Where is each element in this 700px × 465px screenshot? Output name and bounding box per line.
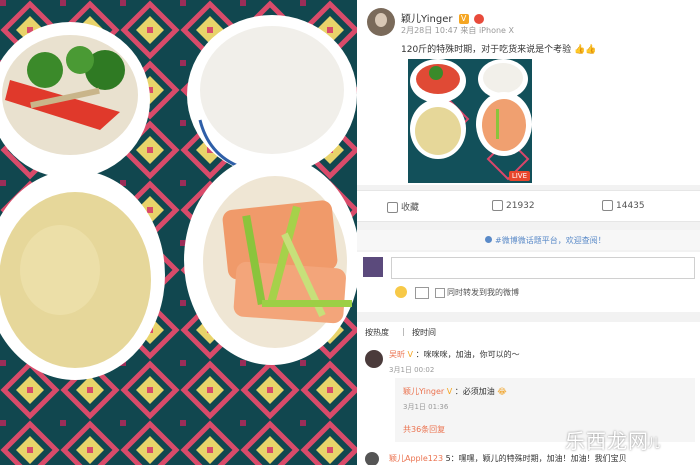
verified-badge-icon: V: [458, 14, 469, 24]
current-user-avatar: [363, 257, 383, 277]
notice-bar: #微博微话题平台，欢迎查阅！: [357, 230, 700, 250]
post-text: 120斤的特殊时期，对于吃货来说是个考验 👍👍: [401, 42, 596, 55]
comment-text: 5：嘿嘿，颖儿的特殊时期，加油！加油！我们宝贝: [445, 454, 627, 463]
sync-repost-label: 同时转发到我的微博: [447, 288, 519, 297]
author-name[interactable]: 颖儿Yinger: [401, 14, 452, 25]
comment-sort-bar: 按热度 | 按时间: [357, 322, 700, 341]
reply-time: 3月1日 01:36: [403, 403, 449, 411]
repost-icon: [492, 200, 503, 211]
post-text-content: 120斤的特殊时期，对于吃货来说是个考验: [401, 45, 572, 55]
notice-text[interactable]: #微博微话题平台，欢迎查阅！: [495, 235, 606, 246]
sort-hot-tab[interactable]: 按热度: [365, 327, 389, 338]
comment-text: ：咪咪咪，加油，你可以的～: [415, 350, 520, 359]
info-icon: [485, 236, 492, 243]
favorite-button[interactable]: 收藏: [387, 200, 419, 213]
weibo-post-panel: 颖儿Yinger V 2月28日 10:47 来自 iPhone X 120斤的…: [357, 0, 700, 465]
reply-text: ：必须加油: [454, 387, 495, 396]
commenter-name[interactable]: 颖儿Apple123: [389, 454, 443, 463]
comment-time: 3月1日 00:02: [389, 366, 435, 374]
sort-divider: |: [402, 327, 405, 336]
repost-button[interactable]: 21932: [492, 200, 535, 211]
watermark-suffix: 儿: [648, 436, 661, 450]
replier-name[interactable]: 颖儿Yinger: [403, 387, 444, 396]
live-photo-badge: LIVE: [508, 171, 530, 181]
more-replies-link[interactable]: 共36条回复: [403, 424, 445, 435]
verified-badge-icon: V: [407, 350, 414, 359]
comment-item: 吴昕 V ：咪咪咪，加油，你可以的～: [389, 349, 520, 360]
food-photo-illustration: [0, 0, 357, 465]
comment-item: 颖儿Apple123 5：嘿嘿，颖儿的特殊时期，加油！加油！我们宝贝: [389, 453, 627, 464]
emoji-icon: 😂: [497, 387, 507, 396]
reply-thread: 颖儿Yinger V ：必须加油 😂 3月1日 01:36 共36条回复: [395, 378, 695, 442]
member-badge-icon: [473, 14, 484, 24]
author-name-row: 颖儿Yinger V: [401, 10, 484, 25]
thumbnail-illustration: [408, 59, 532, 183]
emoji-icon: 👍👍: [574, 45, 597, 55]
comment-icon: [602, 200, 613, 211]
commenter-avatar[interactable]: [365, 452, 379, 465]
post-image-thumbnail[interactable]: LIVE: [408, 59, 532, 183]
post-card: 颖儿Yinger V 2月28日 10:47 来自 iPhone X 120斤的…: [357, 0, 700, 185]
commenter-avatar[interactable]: [365, 350, 383, 368]
commenter-name[interactable]: 吴昕: [389, 350, 405, 359]
verified-badge-icon: V: [446, 387, 453, 396]
image-upload-icon[interactable]: [415, 287, 429, 299]
comment-button[interactable]: 14435: [602, 200, 645, 211]
food-photo: [0, 0, 357, 465]
sort-time-tab[interactable]: 按时间: [412, 327, 436, 338]
comment-compose: 同时转发到我的微博: [357, 252, 700, 312]
reply-item: 颖儿Yinger V ：必须加油 😂: [403, 386, 507, 397]
post-meta: 2月28日 10:47 来自 iPhone X: [401, 26, 514, 35]
author-avatar[interactable]: [367, 8, 395, 36]
comment-input[interactable]: [391, 257, 695, 279]
star-icon: [387, 202, 398, 213]
sync-repost-checkbox[interactable]: [435, 288, 445, 298]
post-action-bar: 收藏 21932 14435: [357, 190, 700, 222]
smiley-icon[interactable]: [395, 286, 407, 298]
site-watermark: 乐西龙网: [565, 429, 649, 453]
